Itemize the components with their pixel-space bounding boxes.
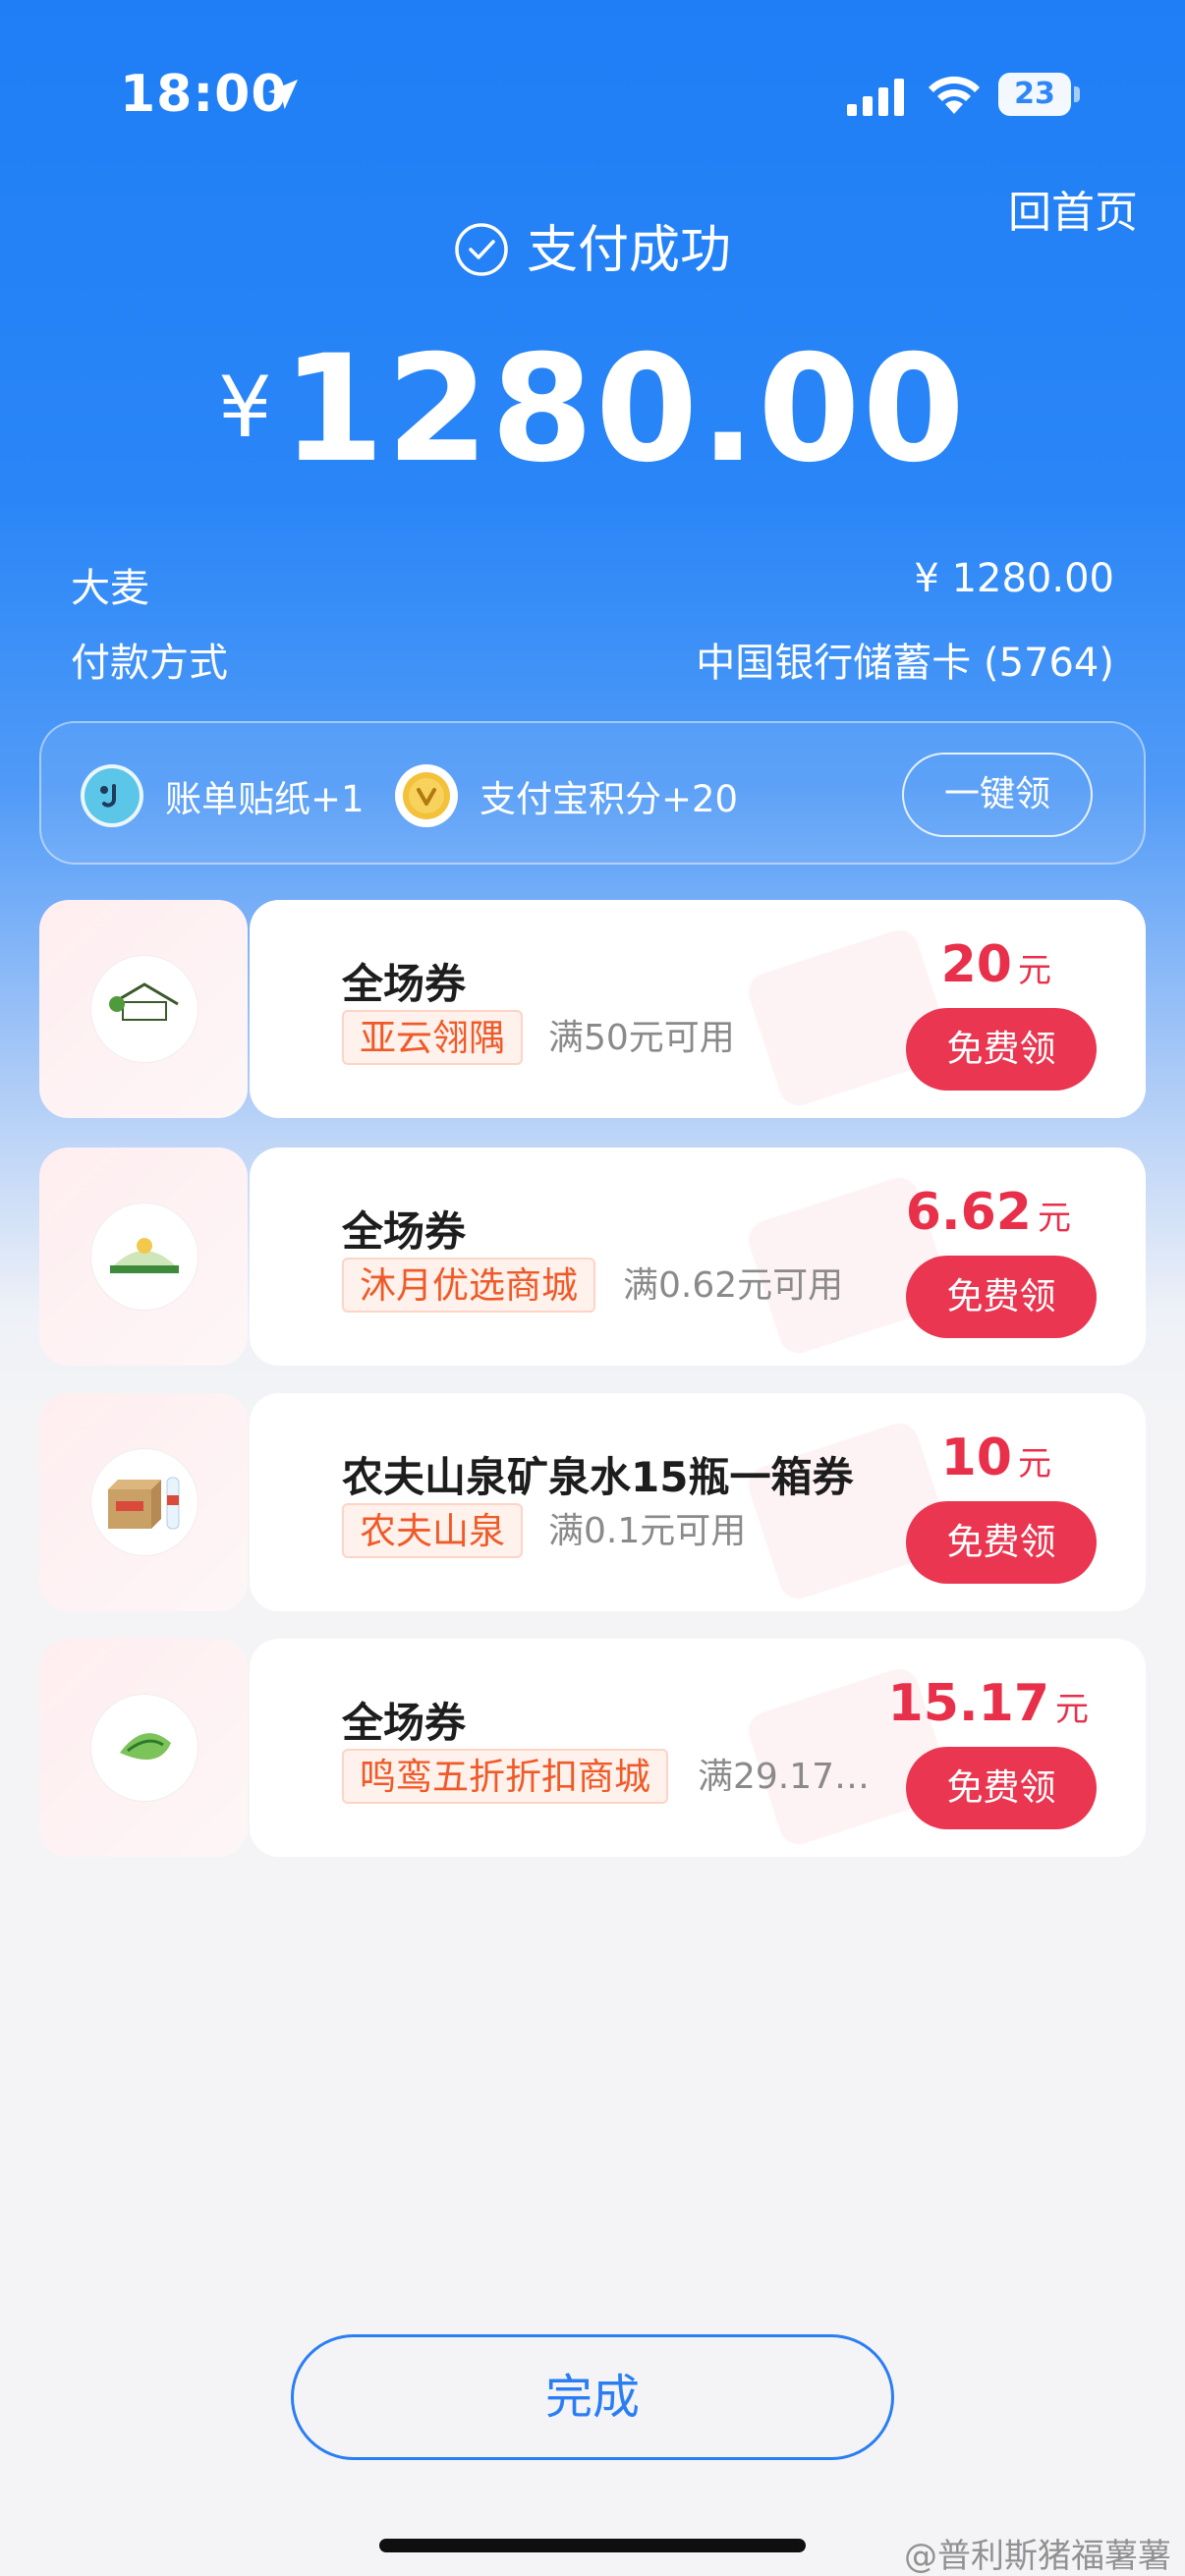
rewards-bar: 账单贴纸+1 支付宝积分+20 一键领	[39, 721, 1146, 865]
sticker-icon	[81, 764, 143, 827]
coupon-title: 全场券	[342, 1207, 467, 1256]
payment-amount: ¥1280.00	[0, 324, 1185, 495]
weibo-watermark: @普利斯猪福薯薯	[904, 2537, 1171, 2576]
shop-logo	[90, 1694, 198, 1802]
currency-symbol: ¥	[218, 359, 272, 457]
coupon-shop-tag: 鸣鸾五折折扣商城	[342, 1749, 668, 1804]
coupon-title: 农夫山泉矿泉水15瓶一箱券	[342, 1453, 854, 1501]
success-text: 支付成功	[526, 221, 731, 280]
done-button[interactable]: 完成	[291, 2334, 894, 2460]
coupon-card: 全场券 沐月优选商城 满0.62元可用 6.62 元 免费领	[39, 1148, 1146, 1366]
status-time: 18:00	[120, 65, 288, 124]
points-coin-icon	[395, 764, 458, 827]
amount-value: 1280.00	[281, 324, 967, 495]
coupon-shop-tag: 沐月优选商城	[342, 1258, 595, 1313]
merchant-amount: ¥ 1280.00	[914, 556, 1114, 601]
shop-logo	[90, 1203, 198, 1311]
coupon-condition: 满0.1元可用	[548, 1511, 747, 1551]
claim-coupon-button[interactable]: 免费领	[906, 1747, 1097, 1829]
coupon-amount: 6.62 元	[905, 1183, 1071, 1242]
check-circle-icon	[455, 223, 508, 276]
coupon-title: 全场券	[342, 1699, 467, 1747]
claim-coupon-button[interactable]: 免费领	[906, 1256, 1097, 1338]
battery-level: 23	[1014, 77, 1055, 111]
coupon-amount: 10 元	[940, 1428, 1051, 1487]
water-box-logo	[90, 1448, 198, 1556]
coupon-condition: 满29.17…	[698, 1757, 871, 1797]
status-bar: 18:00 23	[0, 0, 1185, 187]
payment-success-title: 支付成功	[0, 208, 1185, 282]
coupon-card: 全场券 亚云翎隅 满50元可用 20 元 免费领	[39, 900, 1146, 1118]
alipay-points-reward: 支付宝积分+20	[395, 758, 738, 833]
payment-method-value: 中国银行储蓄卡 (5764)	[696, 641, 1114, 686]
coupon-shop-tag: 亚云翎隅	[342, 1010, 523, 1065]
coupon-title: 全场券	[342, 960, 467, 1008]
bill-sticker-reward: 账单贴纸+1	[81, 758, 365, 833]
location-arrow-icon	[268, 80, 298, 109]
alipay-points-text: 支付宝积分+20	[480, 778, 739, 820]
coupon-condition: 满50元可用	[548, 1018, 735, 1058]
claim-coupon-button[interactable]: 免费领	[906, 1501, 1097, 1584]
shop-logo	[90, 955, 198, 1063]
coupon-amount: 20 元	[940, 935, 1051, 994]
coupon-amount: 15.17 元	[887, 1674, 1089, 1733]
coupon-card: 农夫山泉矿泉水15瓶一箱券 农夫山泉 满0.1元可用 10 元 免费领	[39, 1393, 1146, 1611]
claim-all-button[interactable]: 一键领	[902, 753, 1093, 837]
wifi-icon	[929, 76, 980, 114]
coupon-condition: 满0.62元可用	[623, 1265, 844, 1306]
claim-coupon-button[interactable]: 免费领	[906, 1008, 1097, 1091]
home-indicator[interactable]	[379, 2539, 806, 2552]
coupon-shop-tag: 农夫山泉	[342, 1503, 523, 1558]
merchant-name: 大麦	[71, 566, 149, 611]
cellular-signal-icon	[847, 79, 904, 116]
payment-method-label: 付款方式	[71, 641, 228, 686]
battery-icon: 23	[998, 73, 1081, 116]
bill-sticker-text: 账单贴纸+1	[165, 778, 365, 820]
coupon-card: 全场券 鸣鸾五折折扣商城 满29.17… 15.17 元 免费领	[39, 1639, 1146, 1857]
